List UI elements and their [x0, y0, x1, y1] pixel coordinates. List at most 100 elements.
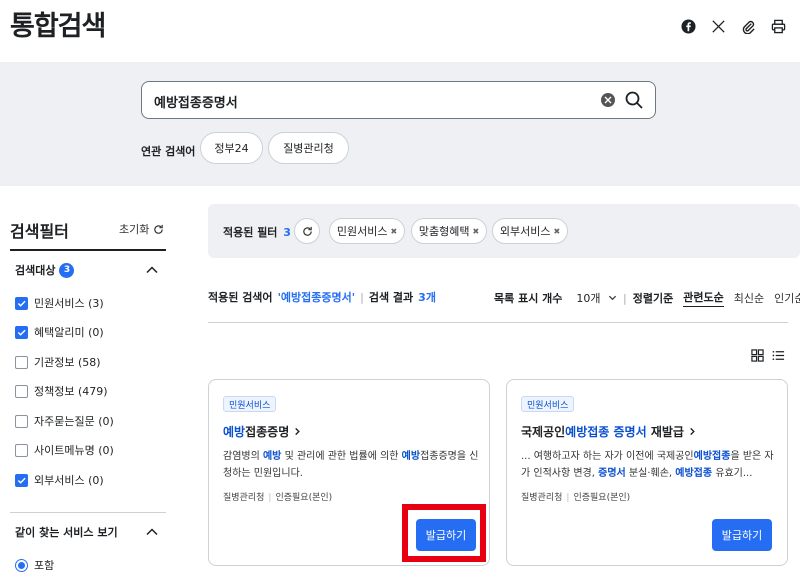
card-auth: 인증필요(본인) — [275, 493, 333, 503]
title-text: 재발급 — [646, 425, 684, 439]
sort-latest[interactable]: 최신순 — [734, 290, 764, 306]
remove-chip-icon[interactable]: ✖ — [390, 227, 397, 236]
filter-chip-label: 민원서비스 — [336, 225, 388, 238]
checkbox-label: 정책정보 (479) — [34, 385, 108, 398]
checkbox-unchecked[interactable] — [15, 443, 28, 457]
card-description: ... 여행하고자 하는 자가 이전에 국제공인예방접종을 받은 자가 인적사항… — [521, 451, 774, 479]
checkbox-label: 혜택알리미 (0) — [34, 326, 104, 339]
search-input-value: 예방접종증명서 — [154, 96, 238, 111]
remove-chip-icon[interactable]: ✖ — [553, 227, 560, 236]
checkbox-label: 사이트메뉴명 (0) — [34, 444, 114, 457]
card-meta: 질병관리청 | 인증필요(본인) — [521, 493, 631, 503]
checkbox-unchecked[interactable] — [15, 414, 28, 428]
highlight-annotation-frame — [402, 504, 486, 562]
per-page-label: 목록 표시 개수 — [494, 292, 563, 305]
checkbox-unchecked[interactable] — [15, 384, 28, 398]
sort-label: 정렬기준 — [632, 292, 674, 305]
related-chip-kdca[interactable]: 질병관리청 — [268, 132, 349, 164]
filter-checkbox-row[interactable]: 외부서비스 (0) — [15, 472, 104, 488]
filter-chip-label: 맞춤형혜택 — [418, 225, 470, 238]
checkbox-label: 자주묻는질문 (0) — [34, 415, 114, 428]
sidebar-divider — [10, 512, 166, 513]
together-header[interactable]: 같이 찾는 서비스 보기 — [15, 524, 118, 540]
chevron-right-icon — [690, 427, 695, 436]
title-text: 접종증명 — [245, 425, 290, 439]
page-title: 통합검색 — [10, 11, 106, 42]
refresh-icon — [302, 226, 312, 236]
page-header: 통합검색 — [0, 0, 800, 62]
facebook-icon[interactable] — [678, 16, 698, 36]
category-title: 검색대상 — [15, 264, 56, 277]
grid-view-icon[interactable] — [751, 349, 764, 362]
search-input[interactable]: 예방접종증명서 — [141, 81, 656, 119]
checkbox-label: 기관정보 (58) — [34, 356, 101, 369]
filter-checkbox-row[interactable]: 혜택알리미 (0) — [15, 324, 104, 340]
applied-filter-label: 적용된 필터 3 — [223, 224, 291, 240]
title-text: 국제공인 — [521, 425, 566, 439]
applied-filter-count: 3 — [283, 226, 291, 239]
share-toolbar — [678, 16, 788, 36]
filter-chip-label: 외부서비스 — [499, 225, 551, 238]
view-toggle — [751, 349, 785, 362]
list-view-icon[interactable] — [772, 349, 785, 362]
applied-term: '예방접종증명서' — [277, 291, 356, 304]
related-chip-gov24[interactable]: 정부24 — [200, 132, 263, 164]
search-button[interactable] — [623, 89, 645, 111]
radio-label: 포함 — [34, 559, 55, 572]
together-title: 같이 찾는 서비스 보기 — [15, 526, 118, 539]
filter-chip-custom[interactable]: 맞춤형혜택 ✖ — [411, 218, 487, 244]
card-tag: 민원서비스 — [223, 396, 277, 412]
card-title-link[interactable]: 예방접종증명 — [223, 423, 302, 440]
result-count: 3개 — [418, 291, 436, 304]
filter-chip-external[interactable]: 외부서비스 ✖ — [492, 218, 568, 244]
remove-chip-icon[interactable]: ✖ — [472, 227, 479, 236]
filter-checkbox-row[interactable]: 사이트메뉴명 (0) — [15, 442, 114, 458]
checkbox-unchecked[interactable] — [15, 355, 28, 369]
sort-relevance[interactable]: 관련도순 — [683, 289, 724, 307]
reset-filter-button[interactable]: 초기화 — [119, 221, 164, 237]
checkbox-checked[interactable] — [15, 473, 28, 487]
radio-selected[interactable] — [15, 558, 28, 572]
card-meta: 질병관리청 | 인증필요(본인) — [223, 493, 333, 503]
card-title-link[interactable]: 국제공인예방접종 증명서 재발급 — [521, 423, 697, 440]
refresh-icon — [154, 224, 164, 234]
clear-search-button[interactable] — [601, 93, 615, 107]
result-card: 민원서비스 국제공인예방접종 증명서 재발급 ... 여행하고자 하는 자가 이… — [506, 379, 788, 566]
search-icon — [625, 91, 643, 109]
chevron-up-icon[interactable] — [145, 525, 159, 539]
result-divider — [208, 322, 788, 323]
checkbox-checked[interactable] — [15, 296, 28, 310]
per-page-value: 10개 — [576, 292, 601, 305]
result-label: 검색 결과 — [368, 291, 414, 304]
result-summary: 적용된 검색어 '예방접종증명서' | 검색 결과 3개 — [208, 289, 436, 305]
filter-chip-minwon[interactable]: 민원서비스 ✖ — [329, 218, 405, 244]
filter-checkbox-row[interactable]: 정책정보 (479) — [15, 383, 108, 399]
related-search-label: 연관 검색어 — [141, 145, 196, 158]
x-icon[interactable] — [708, 16, 728, 36]
sort-controls: 목록 표시 개수 10개 | 정렬기준 관련도순 최신순 인기순 — [494, 289, 800, 307]
sort-separator: | — [623, 291, 627, 305]
filter-checkbox-row[interactable]: 민원서비스 (3) — [15, 295, 104, 311]
filter-title: 검색필터 — [10, 222, 69, 241]
per-page-select[interactable]: 10개 — [576, 290, 617, 306]
chevron-right-icon — [295, 427, 301, 436]
refresh-filter-button[interactable] — [294, 218, 320, 244]
filter-checkbox-row[interactable]: 기관정보 (58) — [15, 354, 101, 370]
print-icon[interactable] — [768, 16, 788, 36]
checkbox-label: 외부서비스 (0) — [34, 474, 104, 487]
issue-button[interactable]: 발급하기 — [712, 519, 772, 551]
chevron-up-icon[interactable] — [145, 263, 159, 277]
sort-popular[interactable]: 인기순 — [774, 290, 800, 306]
filter-sidebar: 검색필터 초기화 검색대상 3 민원서비스 (3) 혜택알리미 (0) 기관정보… — [0, 186, 180, 578]
card-org: 질병관리청 — [521, 493, 563, 503]
paperclip-icon[interactable] — [738, 16, 758, 36]
card-description: 감염병의 예방 및 관리에 관한 법률에 의한 예방접종증명을 신청하는 민원입… — [223, 451, 479, 479]
reset-label: 초기화 — [119, 223, 150, 236]
applied-filter-text: 적용된 필터 — [223, 226, 278, 239]
category-header[interactable]: 검색대상 3 — [15, 262, 75, 278]
applied-filter-bar: 적용된 필터 3 민원서비스 ✖ 맞춤형혜택 ✖ 외부서비스 ✖ — [208, 204, 800, 258]
filter-checkbox-row[interactable]: 자주묻는질문 (0) — [15, 413, 114, 429]
checkbox-checked[interactable] — [15, 325, 28, 339]
include-radio-row[interactable]: 포함 — [15, 557, 54, 573]
title-highlight: 예방 — [223, 425, 246, 439]
